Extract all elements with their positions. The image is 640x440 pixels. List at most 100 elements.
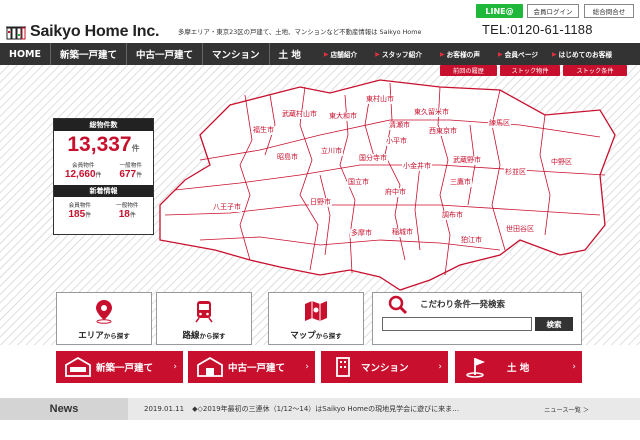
- member-label: 会員物件: [72, 163, 95, 169]
- city-kiyose[interactable]: 清瀬市: [388, 121, 411, 130]
- news-date: 2019.01.11: [144, 405, 185, 413]
- building-icon: [336, 357, 350, 377]
- area-search-tile[interactable]: エリアから探す: [56, 292, 152, 345]
- nav-store[interactable]: ▶ 店舗紹介: [324, 43, 357, 65]
- map-search-tile[interactable]: マップから探す: [268, 292, 364, 345]
- chevron-right-icon: ›: [438, 362, 442, 372]
- nav-home[interactable]: HOME: [0, 43, 51, 65]
- phone-number[interactable]: TEL:0120-61-1188: [482, 22, 593, 37]
- map-pin-icon: [96, 300, 112, 324]
- news-headline-link[interactable]: ◆◇2019年最初の三連休（1/12〜14）はSaikyo Homeの現地見学会…: [192, 404, 522, 414]
- city-higashiyamato[interactable]: 東大和市: [328, 112, 358, 121]
- main-nav: HOME 新築一戸建て 中古一戸建て マンション 土 地 ▶ 店舗紹介 ▶ スタッフ…: [0, 43, 640, 65]
- category-used-house-button[interactable]: 中古一戸建て ›: [188, 351, 315, 383]
- category-mansion-button[interactable]: マンション ›: [321, 351, 448, 383]
- city-koganei[interactable]: 小金井市: [402, 162, 432, 171]
- new-breakdown: 会員物件 185件 一般物件 18件: [54, 201, 153, 220]
- route-search-sub: から探す: [199, 332, 226, 340]
- total-label: 総物件数: [54, 119, 153, 131]
- subnav-stock-condition[interactable]: ストック条件: [563, 65, 627, 76]
- chevron-right-icon: ›: [305, 362, 309, 372]
- contact-button[interactable]: 総合問合せ: [584, 4, 634, 18]
- general-label: 一般物件: [119, 163, 142, 169]
- logo-house-icon: [6, 26, 26, 40]
- folded-map-icon: [305, 301, 327, 321]
- nav-mansion[interactable]: マンション: [203, 43, 270, 65]
- area-search-sub: から探す: [103, 332, 130, 340]
- nav-member-page[interactable]: ▶ 会員ページ: [498, 43, 538, 65]
- new-member-value: 185: [68, 209, 86, 220]
- category-new-house-button[interactable]: 新築一戸建て ›: [56, 351, 183, 383]
- city-kunitachi[interactable]: 国立市: [347, 178, 370, 187]
- city-kodaira[interactable]: 小平市: [385, 137, 408, 146]
- city-nerima[interactable]: 練馬区: [488, 119, 511, 128]
- flag-icon: [466, 358, 485, 378]
- train-icon: [195, 301, 213, 323]
- subnav-history[interactable]: 前回の履歴: [440, 65, 497, 76]
- nav-used-house[interactable]: 中古一戸建て: [127, 43, 204, 65]
- route-search-tile[interactable]: 路線から探す: [156, 292, 252, 345]
- news-list-link[interactable]: ニュース一覧 ＞: [544, 405, 589, 414]
- member-login-button[interactable]: 会員ログイン: [527, 4, 579, 18]
- category-used-house-label: 中古一戸建て: [228, 363, 286, 374]
- city-higashimurayama[interactable]: 東村山市: [365, 95, 395, 104]
- chevron-right-icon: ›: [572, 362, 576, 372]
- city-kokubunji[interactable]: 国分寺市: [358, 154, 388, 163]
- city-akishima[interactable]: 昭島市: [276, 153, 299, 162]
- city-hino[interactable]: 日野市: [309, 198, 332, 207]
- city-musashino[interactable]: 武蔵野市: [452, 156, 482, 165]
- category-new-house-label: 新築一戸建て: [96, 363, 154, 374]
- page: Saikyo Home Inc. 多摩エリア・東京23区の戸建て、土地、マンショ…: [0, 0, 640, 440]
- city-komae[interactable]: 狛江市: [460, 236, 483, 245]
- total-breakdown: 会員物件 12,660件 一般物件 677件: [54, 161, 153, 180]
- line-button[interactable]: LINE@: [476, 4, 523, 18]
- logo-text: Saikyo Home Inc.: [30, 23, 160, 40]
- sub-nav: 前回の履歴 ストック物件 ストック条件: [440, 65, 627, 76]
- nav-staff-label: スタッフ紹介: [381, 51, 422, 59]
- new-member-label: 会員物件: [68, 203, 92, 209]
- map-search-sub: から探す: [315, 332, 342, 340]
- city-nakano[interactable]: 中野区: [550, 158, 573, 167]
- city-fuchu[interactable]: 府中市: [384, 188, 407, 197]
- city-setagaya[interactable]: 世田谷区: [505, 225, 535, 234]
- total-value: 13,337: [67, 133, 132, 156]
- nav-first-time-label: はじめてのお客様: [558, 51, 613, 59]
- city-higashikurume[interactable]: 東久留米市: [413, 108, 450, 117]
- keyword-search-input[interactable]: [382, 317, 532, 331]
- nav-member-page-label: 会員ページ: [504, 51, 538, 59]
- subnav-stock-property[interactable]: ストック物件: [500, 65, 560, 76]
- city-musashimurayama[interactable]: 武蔵村山市: [281, 110, 318, 119]
- keyword-search-title: こだわり条件一発検索: [420, 300, 506, 310]
- new-general-unit: 件: [129, 213, 136, 219]
- city-tama[interactable]: 多摩市: [350, 229, 373, 238]
- city-fussa[interactable]: 福生市: [252, 126, 275, 135]
- city-chofu[interactable]: 調布市: [441, 211, 464, 220]
- map-search-label: マップから探す: [269, 329, 363, 341]
- caret-icon: ▶: [551, 50, 557, 58]
- caret-icon: ▶: [439, 50, 445, 58]
- logo[interactable]: Saikyo Home Inc.: [6, 22, 174, 42]
- city-mitaka[interactable]: 三鷹市: [449, 178, 472, 187]
- nav-new-house[interactable]: 新築一戸建て: [51, 43, 127, 65]
- map-search-main: マップ: [290, 331, 316, 341]
- nav-land[interactable]: 土 地: [270, 43, 310, 65]
- category-land-button[interactable]: 土 地 ›: [455, 351, 582, 383]
- tagline: 多摩エリア・東京23区の戸建て、土地、マンションなど不動産情報は Saikyo …: [178, 28, 422, 36]
- caret-icon: ▶: [375, 50, 380, 58]
- nav-voice[interactable]: ▶ お客様の声: [440, 43, 480, 65]
- member-value: 12,660: [64, 169, 96, 180]
- total-count: 13,337件: [54, 133, 153, 161]
- magnifier-icon: [388, 295, 408, 315]
- nav-voice-label: お客様の声: [446, 51, 481, 59]
- keyword-search-button[interactable]: 検索: [535, 317, 573, 331]
- city-tachikawa[interactable]: 立川市: [320, 147, 343, 156]
- city-inagi[interactable]: 稲城市: [391, 228, 414, 237]
- nav-staff[interactable]: ▶ スタッフ紹介: [375, 43, 422, 65]
- city-nishitokyo[interactable]: 西東京市: [428, 127, 458, 136]
- city-suginami[interactable]: 杉並区: [504, 168, 527, 177]
- news-bar: News 2019.01.11 ◆◇2019年最初の三連休（1/12〜14）はS…: [0, 398, 640, 420]
- nav-first-time[interactable]: ▶ はじめてのお客様: [552, 43, 612, 65]
- general-unit: 件: [136, 173, 143, 179]
- city-hachioji[interactable]: 八王子市: [212, 203, 242, 212]
- caret-icon: ▶: [498, 50, 503, 58]
